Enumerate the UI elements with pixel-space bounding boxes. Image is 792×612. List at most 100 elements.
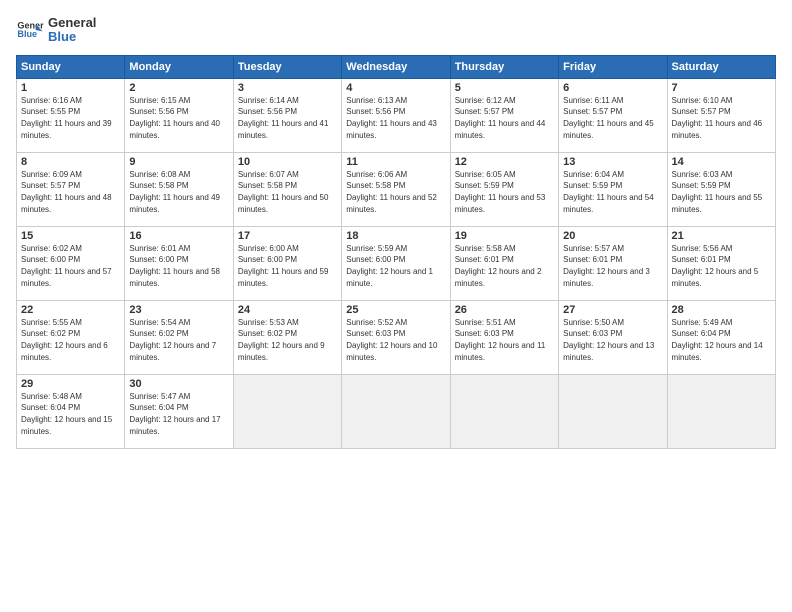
cell-text: Sunrise: 5:53 AMSunset: 6:02 PMDaylight:… bbox=[238, 318, 325, 362]
day-number: 24 bbox=[238, 304, 337, 316]
logo-icon: General Blue bbox=[16, 16, 44, 44]
cell-text: Sunrise: 6:10 AMSunset: 5:57 PMDaylight:… bbox=[672, 96, 763, 140]
day-number: 23 bbox=[129, 304, 228, 316]
calendar-cell bbox=[450, 374, 558, 448]
calendar-cell: 7 Sunrise: 6:10 AMSunset: 5:57 PMDaylight… bbox=[667, 78, 775, 152]
calendar-cell: 19 Sunrise: 5:58 AMSunset: 6:01 PMDayligh… bbox=[450, 226, 558, 300]
day-number: 13 bbox=[563, 156, 662, 168]
cell-text: Sunrise: 5:51 AMSunset: 6:03 PMDaylight:… bbox=[455, 318, 546, 362]
calendar-cell: 1 Sunrise: 6:16 AMSunset: 5:55 PMDaylight… bbox=[17, 78, 125, 152]
cell-text: Sunrise: 5:59 AMSunset: 6:00 PMDaylight:… bbox=[346, 244, 433, 288]
week-row-4: 22 Sunrise: 5:55 AMSunset: 6:02 PMDayligh… bbox=[17, 300, 776, 374]
calendar-cell bbox=[667, 374, 775, 448]
calendar-cell: 9Sunrise: 6:08 AMSunset: 5:58 PMDaylight… bbox=[125, 152, 233, 226]
day-number: 28 bbox=[672, 304, 771, 316]
day-header-saturday: Saturday bbox=[667, 55, 775, 78]
calendar-cell: 10 Sunrise: 6:07 AMSunset: 5:58 PMDayligh… bbox=[233, 152, 341, 226]
day-number: 27 bbox=[563, 304, 662, 316]
calendar-cell: 2 Sunrise: 6:15 AMSunset: 5:56 PMDaylight… bbox=[125, 78, 233, 152]
day-number: 1 bbox=[21, 82, 120, 94]
day-number: 19 bbox=[455, 230, 554, 242]
cell-text: Sunrise: 5:49 AMSunset: 6:04 PMDaylight:… bbox=[672, 318, 763, 362]
calendar-cell: 14 Sunrise: 6:03 AMSunset: 5:59 PMDayligh… bbox=[667, 152, 775, 226]
cell-text: Sunrise: 5:52 AMSunset: 6:03 PMDaylight:… bbox=[346, 318, 437, 362]
cell-text: Sunrise: 5:57 AMSunset: 6:01 PMDaylight:… bbox=[563, 244, 650, 288]
day-number: 7 bbox=[672, 82, 771, 94]
calendar-cell: 15 Sunrise: 6:02 AMSunset: 6:00 PMDayligh… bbox=[17, 226, 125, 300]
day-number: 9 bbox=[129, 156, 228, 168]
calendar-cell bbox=[559, 374, 667, 448]
day-number: 22 bbox=[21, 304, 120, 316]
day-number: 20 bbox=[563, 230, 662, 242]
calendar-cell: 23 Sunrise: 5:54 AMSunset: 6:02 PMDayligh… bbox=[125, 300, 233, 374]
calendar-cell: 29Sunrise: 5:48 AMSunset: 6:04 PMDayligh… bbox=[17, 374, 125, 448]
calendar-cell: 25 Sunrise: 5:52 AMSunset: 6:03 PMDayligh… bbox=[342, 300, 450, 374]
day-header-sunday: Sunday bbox=[17, 55, 125, 78]
cell-text: Sunrise: 6:15 AMSunset: 5:56 PMDaylight:… bbox=[129, 96, 220, 140]
week-row-5: 29Sunrise: 5:48 AMSunset: 6:04 PMDayligh… bbox=[17, 374, 776, 448]
day-header-friday: Friday bbox=[559, 55, 667, 78]
cell-text: Sunrise: 6:16 AMSunset: 5:55 PMDaylight:… bbox=[21, 96, 112, 140]
calendar-cell: 27 Sunrise: 5:50 AMSunset: 6:03 PMDayligh… bbox=[559, 300, 667, 374]
cell-text: Sunrise: 6:00 AMSunset: 6:00 PMDaylight:… bbox=[238, 244, 329, 288]
calendar-cell: 12 Sunrise: 6:05 AMSunset: 5:59 PMDayligh… bbox=[450, 152, 558, 226]
cell-text: Sunrise: 6:02 AMSunset: 6:00 PMDaylight:… bbox=[21, 244, 112, 288]
calendar-cell: 30Sunrise: 5:47 AMSunset: 6:04 PMDayligh… bbox=[125, 374, 233, 448]
day-number: 18 bbox=[346, 230, 445, 242]
logo-blue: Blue bbox=[48, 30, 96, 44]
week-row-2: 8 Sunrise: 6:09 AMSunset: 5:57 PMDaylight… bbox=[17, 152, 776, 226]
cell-text: Sunrise: 6:05 AMSunset: 5:59 PMDaylight:… bbox=[455, 170, 546, 214]
day-number: 17 bbox=[238, 230, 337, 242]
day-number: 14 bbox=[672, 156, 771, 168]
calendar-cell: 21Sunrise: 5:56 AMSunset: 6:01 PMDayligh… bbox=[667, 226, 775, 300]
day-number: 8 bbox=[21, 156, 120, 168]
logo-general: General bbox=[48, 16, 96, 30]
day-number: 12 bbox=[455, 156, 554, 168]
cell-text: Sunrise: 6:04 AMSunset: 5:59 PMDaylight:… bbox=[563, 170, 654, 214]
day-header-thursday: Thursday bbox=[450, 55, 558, 78]
calendar-cell: 18 Sunrise: 5:59 AMSunset: 6:00 PMDayligh… bbox=[342, 226, 450, 300]
day-number: 6 bbox=[563, 82, 662, 94]
cell-text: Sunrise: 6:12 AMSunset: 5:57 PMDaylight:… bbox=[455, 96, 546, 140]
day-number: 10 bbox=[238, 156, 337, 168]
cell-text: Sunrise: 6:03 AMSunset: 5:59 PMDaylight:… bbox=[672, 170, 763, 214]
calendar-cell: 24 Sunrise: 5:53 AMSunset: 6:02 PMDayligh… bbox=[233, 300, 341, 374]
header-row: SundayMondayTuesdayWednesdayThursdayFrid… bbox=[17, 55, 776, 78]
day-number: 25 bbox=[346, 304, 445, 316]
day-number: 3 bbox=[238, 82, 337, 94]
calendar-cell: 3Sunrise: 6:14 AMSunset: 5:56 PMDaylight… bbox=[233, 78, 341, 152]
cell-text: Sunrise: 6:09 AMSunset: 5:57 PMDaylight:… bbox=[21, 170, 112, 214]
logo: General Blue General Blue bbox=[16, 16, 96, 45]
cell-text: Sunrise: 5:58 AMSunset: 6:01 PMDaylight:… bbox=[455, 244, 542, 288]
day-number: 11 bbox=[346, 156, 445, 168]
cell-text: Sunrise: 5:50 AMSunset: 6:03 PMDaylight:… bbox=[563, 318, 654, 362]
day-header-wednesday: Wednesday bbox=[342, 55, 450, 78]
day-number: 2 bbox=[129, 82, 228, 94]
calendar-cell: 26Sunrise: 5:51 AMSunset: 6:03 PMDayligh… bbox=[450, 300, 558, 374]
calendar-cell: 6 Sunrise: 6:11 AMSunset: 5:57 PMDaylight… bbox=[559, 78, 667, 152]
calendar-cell: 28 Sunrise: 5:49 AMSunset: 6:04 PMDayligh… bbox=[667, 300, 775, 374]
day-header-tuesday: Tuesday bbox=[233, 55, 341, 78]
cell-text: Sunrise: 6:13 AMSunset: 5:56 PMDaylight:… bbox=[346, 96, 437, 140]
cell-text: Sunrise: 6:11 AMSunset: 5:57 PMDaylight:… bbox=[563, 96, 654, 140]
page: General Blue General Blue SundayMondayTu… bbox=[0, 0, 792, 612]
cell-text: Sunrise: 5:55 AMSunset: 6:02 PMDaylight:… bbox=[21, 318, 108, 362]
day-number: 16 bbox=[129, 230, 228, 242]
cell-text: Sunrise: 6:06 AMSunset: 5:58 PMDaylight:… bbox=[346, 170, 437, 214]
day-number: 5 bbox=[455, 82, 554, 94]
calendar-cell bbox=[233, 374, 341, 448]
calendar-cell: 4Sunrise: 6:13 AMSunset: 5:56 PMDaylight… bbox=[342, 78, 450, 152]
cell-text: Sunrise: 6:07 AMSunset: 5:58 PMDaylight:… bbox=[238, 170, 329, 214]
week-row-1: 1 Sunrise: 6:16 AMSunset: 5:55 PMDaylight… bbox=[17, 78, 776, 152]
cell-text: Sunrise: 5:54 AMSunset: 6:02 PMDaylight:… bbox=[129, 318, 216, 362]
header: General Blue General Blue bbox=[16, 16, 776, 45]
cell-text: Sunrise: 6:01 AMSunset: 6:00 PMDaylight:… bbox=[129, 244, 220, 288]
calendar-cell bbox=[342, 374, 450, 448]
calendar-cell: 13 Sunrise: 6:04 AMSunset: 5:59 PMDayligh… bbox=[559, 152, 667, 226]
day-number: 30 bbox=[129, 378, 228, 390]
day-number: 15 bbox=[21, 230, 120, 242]
calendar-table: SundayMondayTuesdayWednesdayThursdayFrid… bbox=[16, 55, 776, 449]
calendar-cell: 5 Sunrise: 6:12 AMSunset: 5:57 PMDaylight… bbox=[450, 78, 558, 152]
svg-text:Blue: Blue bbox=[17, 29, 37, 39]
calendar-cell: 16 Sunrise: 6:01 AMSunset: 6:00 PMDayligh… bbox=[125, 226, 233, 300]
